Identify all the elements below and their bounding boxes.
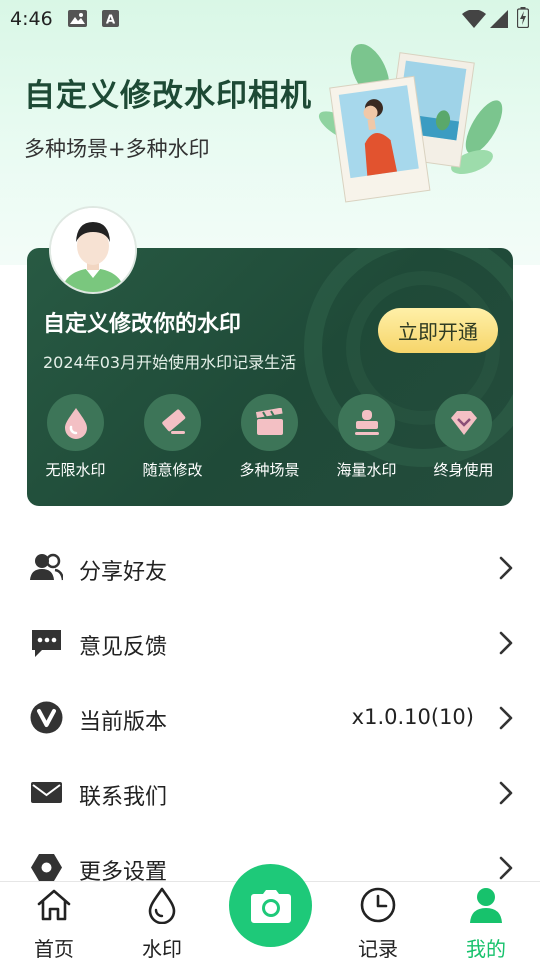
perk-label: 无限水印: [45, 461, 106, 478]
chevron-right-icon: [499, 706, 513, 730]
nav-label: 我的: [466, 937, 506, 960]
nav-label: 水印: [142, 937, 182, 960]
watermark-drop-icon: [148, 887, 176, 924]
water-drop-icon: [64, 407, 87, 439]
menu-contact-us[interactable]: 联系我们: [0, 755, 540, 830]
menu-label: 联系我们: [79, 785, 168, 810]
clock-icon: [360, 887, 396, 923]
nav-mine[interactable]: 我的: [436, 882, 536, 960]
card-subtitle: 2024年03月开始使用水印记录生活: [43, 353, 297, 372]
perk-label: 随意修改: [142, 461, 203, 478]
perk-label: 多种场景: [239, 461, 300, 478]
hero-title: 自定义修改水印相机: [24, 78, 312, 114]
menu-share-friends[interactable]: 分享好友: [0, 530, 540, 605]
menu-label: 当前版本: [79, 710, 168, 735]
hero-photo-illustration: [318, 43, 503, 203]
perk-item[interactable]: 无限水印: [27, 394, 124, 478]
chevron-right-icon: [499, 631, 513, 655]
eraser-edit-icon: [161, 409, 185, 434]
nav-records[interactable]: 记录: [328, 882, 428, 960]
version-value: x1.0.10(10): [351, 705, 474, 729]
settings-hex-icon: [31, 854, 62, 881]
menu-feedback[interactable]: 意见反馈: [0, 605, 540, 680]
menu-label: 分享好友: [79, 560, 168, 585]
chevron-right-icon: [499, 856, 513, 880]
activate-now-button[interactable]: 立即开通: [378, 308, 498, 353]
perk-item[interactable]: 多种场景: [221, 394, 318, 478]
chevron-right-icon: [499, 781, 513, 805]
nav-label: 记录: [358, 937, 398, 960]
svg-text:A: A: [106, 13, 116, 27]
clapperboard-icon: [255, 407, 283, 435]
nav-label: 首页: [34, 937, 74, 960]
perk-item[interactable]: 随意修改: [124, 394, 221, 478]
perk-item[interactable]: 海量水印: [318, 394, 415, 478]
status-time: 4:46: [10, 8, 53, 30]
chat-bubble-icon: [32, 630, 61, 657]
signal-icon: [490, 10, 508, 28]
battery-icon: [517, 7, 529, 28]
camera-icon: [250, 889, 291, 923]
diamond-icon: [450, 410, 477, 435]
perk-list: 无限水印 随意修改 多种场景 海量水印 终身使用: [27, 394, 513, 478]
hero-subtitle: 多种场景+多种水印: [24, 137, 210, 161]
mail-icon: [31, 782, 62, 803]
menu-label: 意见反馈: [79, 635, 168, 660]
perk-label: 海量水印: [336, 461, 397, 478]
perk-label: 终身使用: [433, 461, 494, 478]
menu-current-version[interactable]: 当前版本 x1.0.10(10): [0, 680, 540, 755]
chevron-right-icon: [499, 556, 513, 580]
users-icon: [30, 553, 63, 581]
home-icon: [37, 889, 71, 921]
card-title: 自定义修改你的水印: [43, 312, 242, 337]
avatar[interactable]: [49, 206, 137, 294]
nav-watermark[interactable]: 水印: [112, 882, 212, 960]
font-a-icon: A: [102, 10, 119, 27]
user-icon: [470, 888, 502, 923]
nav-home[interactable]: 首页: [4, 882, 104, 960]
gallery-icon: [68, 10, 87, 27]
version-v-icon: [30, 701, 63, 734]
perk-item[interactable]: 终身使用: [415, 394, 512, 478]
camera-button[interactable]: [229, 864, 312, 947]
stamp-icon: [354, 409, 379, 435]
wifi-icon: [462, 10, 486, 28]
default-avatar-illustration: [51, 208, 135, 292]
